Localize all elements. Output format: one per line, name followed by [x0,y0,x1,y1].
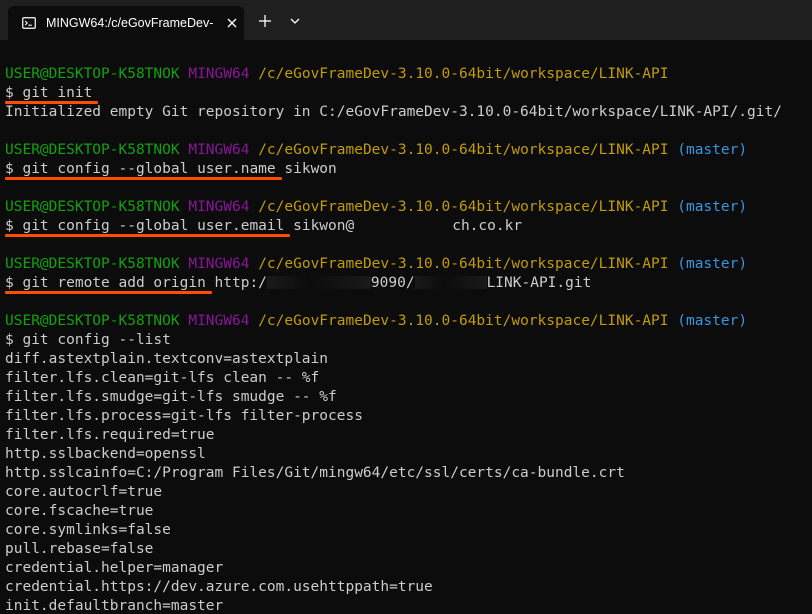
prompt-symbol: $ [5,332,14,348]
command-argument: sikwon@ [293,218,355,234]
prompt-branch: (master) [677,313,748,329]
config-output-line: core.autocrlf=true [5,484,163,500]
terminal-window: MINGW64:/c/eGovFrameDev- USER@DESKTOP-K5… [0,0,812,614]
config-output-line: diff.astextplain.textconv=astextplain [5,351,329,367]
prompt-symbol: $ [5,161,14,177]
prompt-path: /c/eGovFrameDev-3.10.0-64bit/workspace/L… [258,256,669,272]
command-remote-add: git remote add origin [22,275,206,291]
prompt-branch: (master) [677,256,748,272]
prompt-shell: MINGW64 [188,142,250,158]
config-output-line: credential.https://dev.azure.com.usehttp… [5,579,433,595]
highlighted-command: $ git init [5,85,92,101]
plus-icon[interactable] [257,13,273,29]
prompt-symbol: $ [5,275,14,291]
redaction-mark [354,218,453,232]
terminal-output[interactable]: USER@DESKTOP-K58TNOK MINGW64 /c/eGovFram… [0,40,812,614]
prompt-path: /c/eGovFrameDev-3.10.0-64bit/workspace/L… [258,142,669,158]
prompt-path: /c/eGovFrameDev-3.10.0-64bit/workspace/L… [258,66,669,82]
highlighted-command: $ git config --global user.name [5,161,276,177]
prompt-path: /c/eGovFrameDev-3.10.0-64bit/workspace/L… [258,199,669,215]
config-output-line: filter.lfs.smudge=git-lfs smudge -- %f [5,389,337,405]
prompt-branch: (master) [677,142,748,158]
prompt-user: USER@DESKTOP-K58TNOK [5,199,180,215]
prompt-line: USER@DESKTOP-K58TNOK MINGW64 /c/eGovFram… [5,255,812,274]
command-config-email: git config --global user.email [22,218,285,234]
command-line: $ git init [5,84,812,103]
prompt-branch: (master) [677,199,748,215]
tab-bar: MINGW64:/c/eGovFrameDev- [0,0,812,40]
command-line: $ git remote add origin http:/ 9090/LINK-… [5,274,812,293]
command-line: $ git config --list [5,331,812,350]
config-output-line: filter.lfs.process=git-lfs filter-proces… [5,408,363,424]
command-line: $ git config --global user.name sikwon [5,160,812,179]
terminal-tab[interactable]: MINGW64:/c/eGovFrameDev- [8,6,244,40]
redaction-mark [266,275,371,289]
prompt-line: USER@DESKTOP-K58TNOK MINGW64 /c/eGovFram… [5,198,812,217]
prompt-line: USER@DESKTOP-K58TNOK MINGW64 /c/eGovFram… [5,312,812,331]
prompt-user: USER@DESKTOP-K58TNOK [5,256,180,272]
prompt-path: /c/eGovFrameDev-3.10.0-64bit/workspace/L… [258,313,669,329]
prompt-user: USER@DESKTOP-K58TNOK [5,142,180,158]
config-output-line: pull.rebase=false [5,541,154,557]
prompt-line: USER@DESKTOP-K58TNOK MINGW64 /c/eGovFram… [5,65,812,84]
command-line: $ git config --global user.email sikwon@… [5,217,812,236]
config-output-line: http.sslbackend=openssl [5,446,206,462]
command-config-name: git config --global user.name [22,161,276,177]
config-output-line: filter.lfs.clean=git-lfs clean -- %f [5,370,320,386]
terminal-icon [22,17,36,29]
highlighted-command: $ git remote add origin [5,275,206,291]
command-argument: sikwon [284,161,337,177]
prompt-shell: MINGW64 [188,66,250,82]
command-config-list: git config --list [22,332,171,348]
highlighted-command: $ git config --global user.email [5,218,284,234]
chevron-down-icon[interactable] [289,15,301,27]
redaction-mark [414,275,487,289]
prompt-user: USER@DESKTOP-K58TNOK [5,313,180,329]
prompt-symbol: $ [5,218,14,234]
command-git-init: git init [22,85,93,101]
tab-title: MINGW64:/c/eGovFrameDev- [46,16,214,30]
config-output-line: http.sslcainfo=C:/Program Files/Git/ming… [5,465,625,481]
command-argument: ch.co.kr [452,218,523,234]
config-output-line: core.symlinks=false [5,522,171,538]
command-argument: http:/ [214,275,267,291]
command-argument: 9090/ [370,275,415,291]
config-output-line: core.fscache=true [5,503,154,519]
config-output-line: filter.lfs.required=true [5,427,215,443]
prompt-shell: MINGW64 [188,199,250,215]
prompt-shell: MINGW64 [188,313,250,329]
prompt-shell: MINGW64 [188,256,250,272]
prompt-line: USER@DESKTOP-K58TNOK MINGW64 /c/eGovFram… [5,141,812,160]
command-argument: LINK-API.git [486,275,592,291]
config-output-line: credential.helper=manager [5,560,224,576]
config-output-line: init.defaultbranch=master [5,598,224,614]
close-icon[interactable] [224,15,240,31]
prompt-symbol: $ [5,85,14,101]
output-line: Initialized empty Git repository in C:/e… [5,104,782,120]
prompt-user: USER@DESKTOP-K58TNOK [5,66,180,82]
